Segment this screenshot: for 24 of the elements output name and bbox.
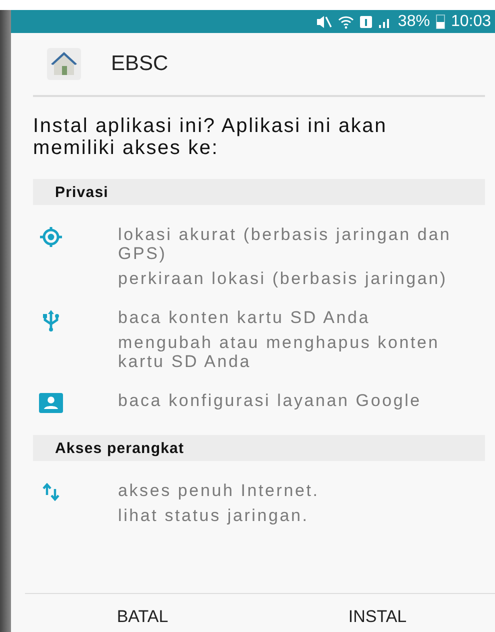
clock: 10:03 (450, 12, 491, 30)
usb-icon (43, 310, 59, 332)
data-transfer-icon (42, 483, 60, 501)
account-icon (39, 393, 63, 413)
sim-icon (360, 14, 372, 28)
permission-text: perkiraan lokasi (berbasis jaringan) (118, 269, 448, 288)
permission-text: lokasi akurat (berbasis jaringan dan GPS) (118, 225, 452, 263)
wifi-icon (338, 14, 354, 28)
permission-text: lihat status jaringan. (118, 506, 310, 525)
location-icon (39, 227, 63, 247)
mute-icon (316, 14, 332, 28)
house-icon (47, 48, 81, 80)
cancel-button[interactable]: BATAL (25, 601, 260, 632)
install-button[interactable]: INSTAL (260, 601, 495, 632)
battery-icon (436, 14, 445, 29)
permission-text: baca konten kartu SD Anda (118, 308, 371, 327)
section-title: Akses perangkat (55, 440, 184, 456)
battery-percent: 38% (398, 12, 430, 30)
permission-text: mengubah atau menghapus konten kartu SD Anda (118, 333, 440, 371)
permission-text: baca konfigurasi layanan Google (118, 391, 422, 410)
section-title: Privasi (55, 184, 108, 200)
permission-text: akses penuh Internet. (118, 481, 320, 500)
install-prompt: Instal aplikasi ini? Aplikasi ini akan memiliki akses ke: (33, 115, 388, 159)
app-title: EBSC (111, 52, 168, 76)
